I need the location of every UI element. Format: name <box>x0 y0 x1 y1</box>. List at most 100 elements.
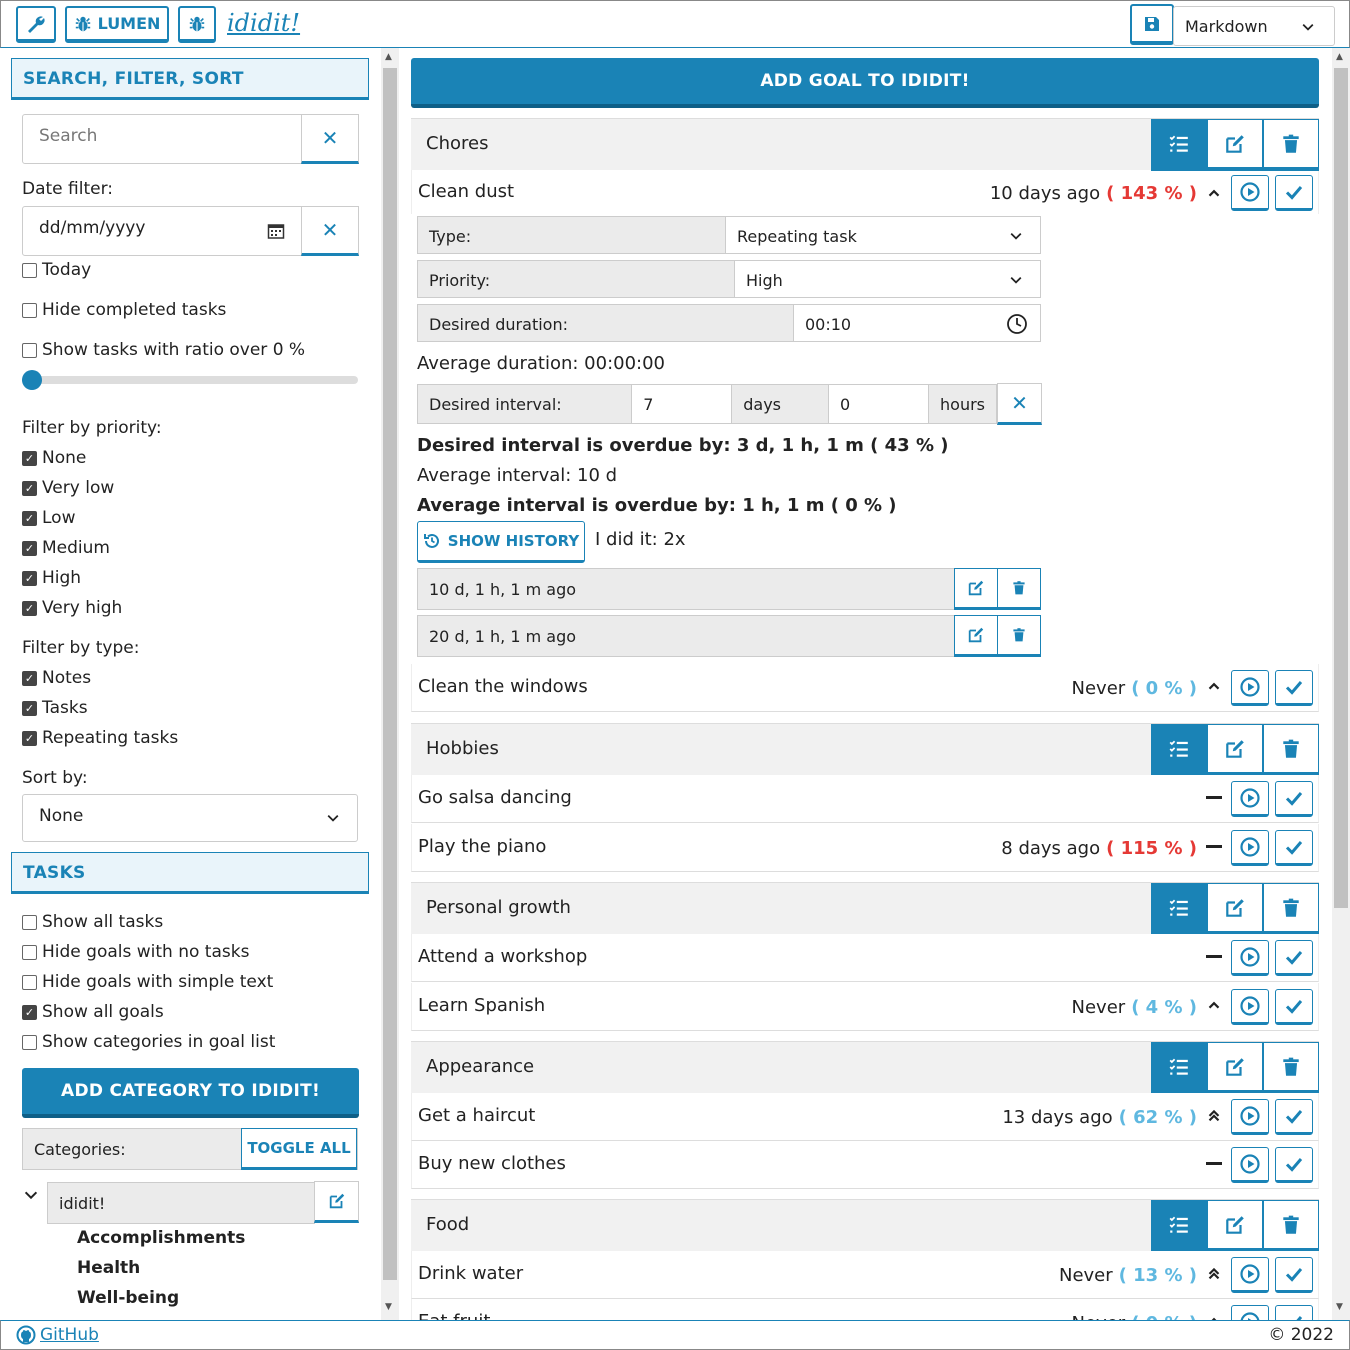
double-chevron-up-icon[interactable] <box>1203 1264 1225 1287</box>
edit-goal-button[interactable] <box>1207 119 1263 171</box>
ratio-slider[interactable] <box>22 370 358 390</box>
type-checkbox[interactable]: ✓ Tasks <box>22 698 88 718</box>
start-timer-button[interactable] <box>1231 830 1269 866</box>
edit-goal-button[interactable] <box>1207 724 1263 776</box>
checkbox-box[interactable]: ✓ <box>22 730 37 746</box>
priority-none-icon[interactable] <box>1203 837 1225 860</box>
today-checkbox[interactable]: Today <box>22 260 91 280</box>
toggle-tasks-button[interactable] <box>1151 1042 1207 1094</box>
subcategory-item[interactable]: Health <box>77 1258 140 1278</box>
checkbox-box[interactable] <box>22 302 37 318</box>
date-filter-input[interactable]: dd/mm/yyyy <box>22 206 304 256</box>
scroll-up-icon[interactable]: ▲ <box>1336 52 1343 62</box>
mark-done-button[interactable] <box>1275 940 1313 976</box>
type-checkbox[interactable]: ✓ Notes <box>22 668 91 688</box>
chevron-up-icon[interactable] <box>1203 184 1225 202</box>
clear-interval-button[interactable]: ✕ <box>997 383 1042 425</box>
checkbox-box[interactable]: ✓ <box>22 600 37 616</box>
scroll-thumb[interactable] <box>1334 68 1348 908</box>
task-row[interactable]: Clean the windows Never( 0 % ) <box>411 664 1319 712</box>
lumen-theme-button[interactable]: LUMEN <box>65 6 169 43</box>
add-category-button[interactable]: ADD CATEGORY TO IDIDIT! <box>22 1068 359 1118</box>
priority-none-icon[interactable] <box>1203 947 1225 970</box>
start-timer-button[interactable] <box>1231 1257 1269 1293</box>
interval-days-input[interactable]: 7 <box>632 385 733 423</box>
delete-goal-button[interactable] <box>1263 1042 1319 1094</box>
settings-button[interactable] <box>16 6 56 43</box>
delete-history-button[interactable] <box>997 615 1041 657</box>
task-option-checkbox[interactable]: ✓ Show all goals <box>22 1002 164 1022</box>
calendar-icon[interactable] <box>267 222 285 240</box>
left-scrollbar[interactable]: ▲ ▼ <box>381 48 399 1320</box>
priority-checkbox[interactable]: ✓ None <box>22 448 86 468</box>
subcategory-item[interactable]: Accomplishments <box>77 1228 245 1248</box>
edit-history-button[interactable] <box>954 568 998 610</box>
checkbox-box[interactable] <box>22 914 37 930</box>
start-timer-button[interactable] <box>1231 1147 1269 1183</box>
format-select[interactable]: Markdown <box>1173 6 1335 46</box>
task-option-checkbox[interactable]: Hide goals with simple text <box>22 972 273 992</box>
delete-goal-button[interactable] <box>1263 883 1319 935</box>
edit-history-button[interactable] <box>954 615 998 657</box>
checkbox-box[interactable] <box>22 1034 37 1050</box>
mark-done-button[interactable] <box>1275 1257 1313 1293</box>
debug-button[interactable] <box>178 6 216 43</box>
start-timer-button[interactable] <box>1231 670 1269 706</box>
edit-goal-button[interactable] <box>1207 1042 1263 1094</box>
task-row[interactable]: Play the piano 8 days ago( 115 % ) <box>411 824 1319 872</box>
show-history-button[interactable]: SHOW HISTORY <box>417 521 585 563</box>
priority-checkbox[interactable]: ✓ Medium <box>22 538 110 558</box>
checkbox-box[interactable]: ✓ <box>22 480 37 496</box>
scroll-thumb[interactable] <box>383 68 397 1280</box>
hide-completed-checkbox[interactable]: Hide completed tasks <box>22 300 226 320</box>
task-row[interactable]: Learn Spanish Never( 4 % ) <box>411 983 1319 1031</box>
delete-history-button[interactable] <box>997 568 1041 610</box>
github-link[interactable]: GitHub <box>16 1325 99 1345</box>
clear-search-button[interactable]: ✕ <box>301 114 359 164</box>
mark-done-button[interactable] <box>1275 1305 1313 1320</box>
checkbox-box[interactable]: ✓ <box>22 570 37 586</box>
task-option-checkbox[interactable]: Hide goals with no tasks <box>22 942 249 962</box>
edit-goal-button[interactable] <box>1207 883 1263 935</box>
main-scrollbar[interactable]: ▲ ▼ <box>1332 48 1350 1320</box>
checkbox-box[interactable]: ✓ <box>22 450 37 466</box>
task-row[interactable]: Get a haircut 13 days ago( 62 % ) <box>411 1093 1319 1141</box>
checkbox-box[interactable] <box>22 342 37 358</box>
search-input[interactable]: Search <box>22 114 304 164</box>
start-timer-button[interactable] <box>1231 175 1269 211</box>
interval-hours-input[interactable]: 0 <box>829 385 930 423</box>
checkbox-box[interactable]: ✓ <box>22 510 37 526</box>
task-row[interactable]: Eat fruit Never ( 0 % ) <box>411 1299 1319 1320</box>
toggle-tasks-button[interactable] <box>1151 1200 1207 1252</box>
start-timer-button[interactable] <box>1231 1099 1269 1135</box>
chevron-down-icon[interactable] <box>22 1186 40 1204</box>
start-timer-button[interactable] <box>1231 1305 1269 1320</box>
toggle-tasks-button[interactable] <box>1151 724 1207 776</box>
clear-date-button[interactable]: ✕ <box>301 206 359 256</box>
mark-done-button[interactable] <box>1275 175 1313 211</box>
task-row[interactable]: Buy new clothes <box>411 1141 1319 1189</box>
sort-select[interactable]: None <box>22 794 358 842</box>
mark-done-button[interactable] <box>1275 1147 1313 1183</box>
delete-goal-button[interactable] <box>1263 1200 1319 1252</box>
mark-done-button[interactable] <box>1275 830 1313 866</box>
toggle-tasks-button[interactable] <box>1151 119 1207 171</box>
add-goal-button[interactable]: ADD GOAL TO IDIDIT! <box>411 58 1319 108</box>
start-timer-button[interactable] <box>1231 940 1269 976</box>
mark-done-button[interactable] <box>1275 670 1313 706</box>
chevron-up-icon[interactable] <box>1203 677 1225 700</box>
priority-select[interactable]: High <box>735 261 1040 297</box>
checkbox-box[interactable]: ✓ <box>22 1004 37 1020</box>
ratio-checkbox[interactable]: Show tasks with ratio over 0 % <box>22 340 305 360</box>
type-checkbox[interactable]: ✓ Repeating tasks <box>22 728 178 748</box>
checkbox-box[interactable] <box>22 262 37 278</box>
clock-icon[interactable] <box>1006 313 1028 335</box>
edit-goal-button[interactable] <box>1207 1200 1263 1252</box>
scroll-up-icon[interactable]: ▲ <box>385 52 392 62</box>
toggle-tasks-button[interactable] <box>1151 883 1207 935</box>
priority-checkbox[interactable]: ✓ Very high <box>22 598 122 618</box>
mark-done-button[interactable] <box>1275 781 1313 817</box>
double-chevron-up-icon[interactable] <box>1203 1106 1225 1129</box>
scroll-down-icon[interactable]: ▼ <box>385 1302 392 1312</box>
task-row[interactable]: Clean dust 10 days ago ( 143 % ) <box>411 169 1319 214</box>
